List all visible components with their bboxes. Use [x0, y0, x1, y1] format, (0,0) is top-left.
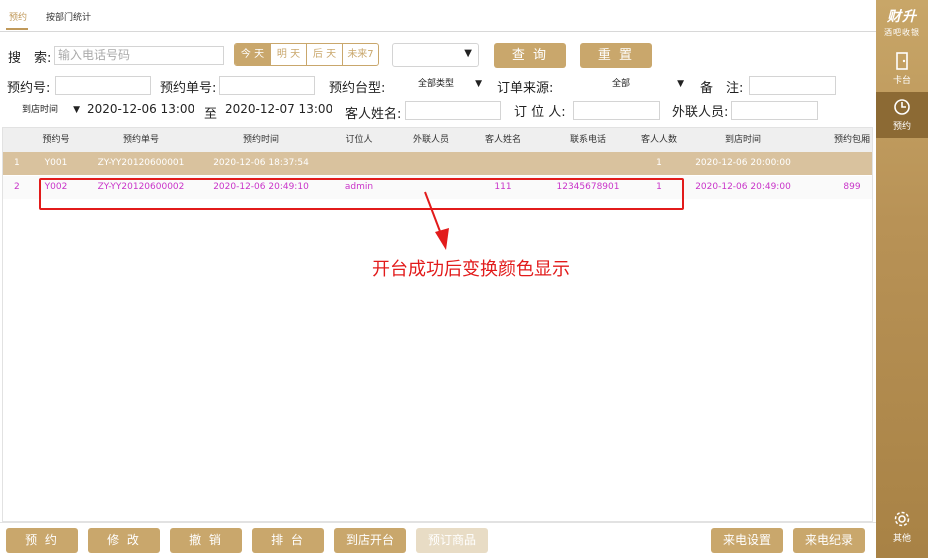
- door-icon: [896, 52, 908, 70]
- col-room[interactable]: 预约包厢: [834, 128, 870, 152]
- table-type-value: 全部类型: [417, 79, 454, 89]
- booker-label: 订 位 人:: [514, 105, 566, 120]
- filter-next-7-days[interactable]: 未来7天: [342, 44, 378, 65]
- col-phone[interactable]: 联系电话: [570, 128, 606, 152]
- search-type-dropdown[interactable]: ▼: [392, 43, 479, 67]
- queue-button[interactable]: 排 台: [252, 528, 324, 553]
- col-external[interactable]: 外联人员: [413, 128, 449, 152]
- reservation-screen: 预约 按部门统计 搜 索: 输入电话号码 今 天 明 天 后 天 未来7天 ▼ …: [0, 0, 928, 558]
- booker-input[interactable]: [573, 101, 660, 120]
- reset-button[interactable]: 重 置: [580, 43, 652, 68]
- cancel-booking-button[interactable]: 撤 销: [170, 528, 242, 553]
- filter-tomorrow[interactable]: 明 天: [270, 44, 306, 65]
- tab-bar: 预约 按部门统计: [0, 0, 876, 32]
- brand-title: 财升: [887, 9, 917, 25]
- order-source-select[interactable]: 全部 ▼: [556, 75, 686, 94]
- dropdown-arrow-icon: ▼: [475, 79, 482, 89]
- filter-today[interactable]: 今 天: [235, 44, 270, 65]
- booking-order-label: 预约单号:: [160, 81, 217, 96]
- col-guests[interactable]: 客人人数: [641, 128, 677, 152]
- annotation-text: 开台成功后变换颜色显示: [372, 259, 570, 280]
- sidebar-item-other[interactable]: 其他: [876, 504, 928, 550]
- table-type-label: 预约台型:: [329, 81, 386, 96]
- cell-order-no: ZY-YY20120600001: [97, 158, 185, 168]
- clock-icon: [894, 99, 910, 115]
- open-table-button[interactable]: 到店开台: [334, 528, 406, 553]
- day-filter-group: 今 天 明 天 后 天 未来7天: [234, 43, 379, 66]
- gear-icon: [894, 511, 910, 527]
- call-records-button[interactable]: 来电纪录: [793, 528, 865, 553]
- remark-input[interactable]: [749, 76, 836, 95]
- table-type-select[interactable]: 全部类型 ▼: [388, 75, 484, 94]
- brand-logo: 财升 酒吧收银: [876, 6, 928, 38]
- search-input[interactable]: 输入电话号码: [54, 46, 224, 65]
- sidebar-item-label: 其他: [892, 534, 911, 544]
- tab-booking[interactable]: 预约: [9, 10, 27, 23]
- time-type-value: 到店时间: [22, 105, 59, 115]
- cell-booking-no: Y001: [44, 158, 68, 168]
- booking-order-input[interactable]: [219, 76, 315, 95]
- col-booker[interactable]: 订位人: [345, 128, 372, 152]
- cell-arrival-time: 2020-12-06 20:49:00: [695, 182, 791, 192]
- annotation-highlight-box: [39, 178, 684, 210]
- brand-subtitle: 酒吧收银: [884, 28, 920, 37]
- col-arrival-time[interactable]: 到店时间: [725, 128, 761, 152]
- call-settings-button[interactable]: 来电设置: [711, 528, 783, 553]
- col-booking-no[interactable]: 预约号: [42, 128, 69, 152]
- right-sidebar: 财升 酒吧收银 卡台 预约 其他: [876, 0, 928, 558]
- preorder-goods-button[interactable]: 预订商品: [416, 528, 488, 553]
- table-header: 预约号 预约单号 预约时间 订位人 外联人员 客人姓名 联系电话 客人人数 到店…: [3, 128, 872, 152]
- order-source-value: 全部: [611, 79, 630, 89]
- annotation-arrow-icon: [424, 191, 449, 250]
- tab-department-stats[interactable]: 按部门统计: [46, 10, 91, 23]
- col-order-no[interactable]: 预约单号: [123, 128, 159, 152]
- col-booking-time[interactable]: 预约时间: [243, 128, 279, 152]
- time-type-select[interactable]: 到店时间 ▼: [8, 101, 82, 120]
- cell-room: 899: [843, 182, 861, 192]
- external-staff-input[interactable]: [731, 101, 818, 120]
- search-label: 搜 索:: [8, 51, 52, 66]
- start-time-input[interactable]: 2020-12-06 13:00: [84, 101, 194, 120]
- dropdown-arrow-icon: ▼: [677, 79, 684, 89]
- cell-guests: 1: [656, 158, 662, 168]
- cell-booking-time: 2020-12-06 18:37:54: [213, 158, 309, 168]
- sidebar-item-label: 预约: [892, 122, 911, 132]
- table-row[interactable]: 1 Y001 ZY-YY20120600001 2020-12-06 18:37…: [3, 152, 872, 175]
- to-label: 至: [204, 107, 218, 122]
- book-button[interactable]: 预 约: [6, 528, 78, 553]
- query-button[interactable]: 查 询: [494, 43, 566, 68]
- guest-name-label: 客人姓名:: [345, 107, 402, 122]
- col-guest-name[interactable]: 客人姓名: [485, 128, 521, 152]
- order-source-label: 订单来源:: [497, 81, 554, 96]
- sidebar-item-booking[interactable]: 预约: [876, 92, 928, 138]
- dropdown-arrow-icon: ▼: [464, 48, 472, 59]
- external-staff-label: 外联人员:: [672, 105, 729, 120]
- edit-button[interactable]: 修 改: [88, 528, 160, 553]
- active-tab-indicator: [6, 28, 28, 30]
- booking-no-label: 预约号:: [7, 81, 51, 96]
- guest-name-input[interactable]: [405, 101, 501, 120]
- sidebar-item-label: 卡台: [892, 76, 911, 86]
- sidebar-item-tables[interactable]: 卡台: [876, 46, 928, 92]
- row-index: 2: [14, 182, 20, 192]
- remark-label: 备 注:: [700, 81, 744, 96]
- cell-arrival-time: 2020-12-06 20:00:00: [695, 158, 791, 168]
- booking-no-input[interactable]: [55, 76, 151, 95]
- filter-day-after[interactable]: 后 天: [306, 44, 342, 65]
- dropdown-arrow-icon: ▼: [73, 105, 80, 115]
- row-index: 1: [14, 158, 20, 168]
- end-time-input[interactable]: 2020-12-07 13:00: [222, 101, 332, 120]
